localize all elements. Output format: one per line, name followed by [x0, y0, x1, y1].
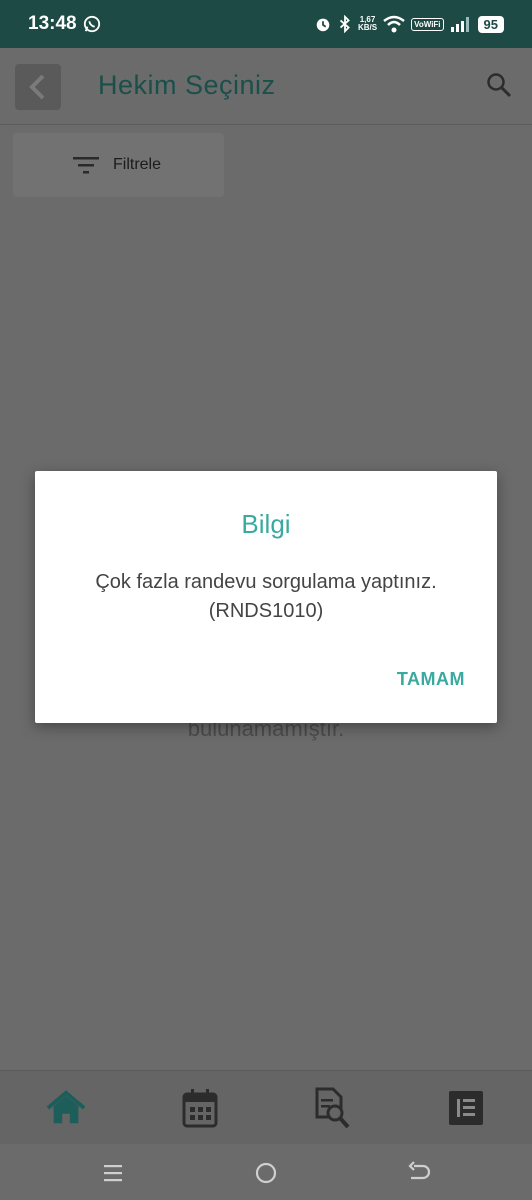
- status-time: 13:48: [28, 13, 77, 34]
- home-icon: [46, 1090, 86, 1124]
- chevron-left-icon: [29, 74, 45, 100]
- home-circle-icon[interactable]: [253, 1160, 279, 1186]
- app-bar: Hekim Seçiniz: [0, 48, 532, 125]
- bottom-navigation: [0, 1070, 532, 1145]
- dialog-message: Çok fazla randevu sorgulama yaptınız. (R…: [55, 568, 477, 626]
- nav-home[interactable]: [46, 1088, 86, 1128]
- info-dialog: Bilgi Çok fazla randevu sorgulama yaptın…: [35, 471, 497, 723]
- vowifi-badge: VoWiFi: [411, 17, 444, 31]
- back-icon[interactable]: [406, 1160, 432, 1186]
- filter-button[interactable]: Filtrele: [13, 133, 224, 197]
- signal-icon: [450, 17, 469, 32]
- bluetooth-icon: [339, 15, 350, 33]
- nav-menu[interactable]: [446, 1088, 486, 1128]
- ok-button[interactable]: TAMAM: [397, 669, 465, 690]
- back-button[interactable]: [15, 64, 61, 110]
- alarm-icon: [316, 18, 330, 32]
- system-navigation-bar: [0, 1144, 532, 1200]
- dialog-error-code: (RNDS1010): [208, 600, 324, 622]
- page-title: Hekim Seçiniz: [98, 70, 276, 100]
- calendar-icon: [182, 1089, 218, 1128]
- nav-search-results[interactable]: [312, 1087, 352, 1129]
- network-speed: 1,67 KB/S: [358, 16, 377, 32]
- list-icon: [449, 1091, 483, 1125]
- network-speed-unit: KB/S: [357, 23, 378, 32]
- nav-appointments[interactable]: [180, 1088, 220, 1128]
- battery-indicator: 95: [477, 15, 504, 33]
- dialog-title: Bilgi: [241, 509, 291, 539]
- filter-icon: [73, 157, 99, 174]
- filter-label: Filtrele: [113, 156, 162, 173]
- search-icon[interactable]: [486, 72, 512, 98]
- status-icons: 1,67 KB/S VoWiFi 95: [314, 15, 518, 33]
- dialog-message-line: Çok fazla randevu sorgulama yaptınız.: [95, 571, 437, 593]
- menu-icon[interactable]: [100, 1160, 126, 1186]
- document-search-icon: [315, 1087, 350, 1129]
- wifi-icon: [383, 15, 405, 33]
- whatsapp-icon: [83, 15, 100, 33]
- status-bar: 13:48 1,67 KB/S VoWiFi 95: [0, 0, 532, 48]
